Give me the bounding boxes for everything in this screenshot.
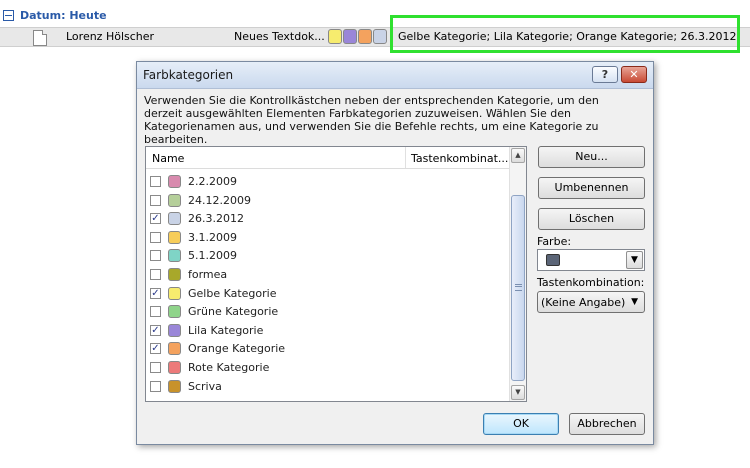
list-scrollbar[interactable]: ▲ ▼ bbox=[509, 147, 526, 401]
row-subject: Neues Textdok... bbox=[234, 30, 325, 43]
category-item[interactable]: ✓ Orange Kategorie bbox=[150, 340, 500, 358]
category-item[interactable]: Scriva bbox=[150, 378, 500, 396]
ok-button[interactable]: OK bbox=[483, 413, 559, 435]
category-checkbox[interactable]: ✓ bbox=[150, 287, 161, 299]
category-item[interactable]: Rote Kategorie bbox=[150, 359, 500, 377]
category-item[interactable]: 24.12.2009 bbox=[150, 192, 500, 210]
highlight-annotation bbox=[390, 15, 740, 53]
rename-button[interactable]: Umbenennen bbox=[538, 177, 645, 199]
category-label: Scriva bbox=[188, 379, 222, 393]
category-item[interactable]: ✓ Lila Kategorie bbox=[150, 322, 500, 340]
category-color-swatch bbox=[168, 361, 181, 374]
category-color-swatch bbox=[168, 230, 181, 244]
category-swatch-icon bbox=[358, 29, 372, 44]
category-label: 26.3.2012 bbox=[188, 212, 244, 226]
category-color-swatch bbox=[168, 379, 181, 393]
scroll-up-icon[interactable]: ▲ bbox=[511, 148, 525, 163]
category-label: Rote Kategorie bbox=[188, 361, 270, 374]
color-label: Farbe: bbox=[537, 235, 572, 248]
category-label: Grüne Kategorie bbox=[188, 305, 279, 319]
column-separator[interactable] bbox=[405, 147, 406, 168]
category-swatch-icon bbox=[373, 29, 387, 44]
close-button[interactable]: ✕ bbox=[621, 66, 647, 83]
category-label: formea bbox=[188, 268, 228, 281]
category-item[interactable]: ✓ Gelbe Kategorie bbox=[150, 285, 500, 303]
category-swatch-icon bbox=[328, 29, 342, 44]
category-checkbox[interactable] bbox=[150, 306, 161, 318]
category-checkbox[interactable]: ✓ bbox=[150, 324, 161, 336]
category-checkbox[interactable] bbox=[150, 231, 161, 243]
category-checkbox[interactable] bbox=[150, 176, 161, 187]
chevron-down-icon[interactable]: ▼ bbox=[626, 251, 643, 269]
category-checkbox[interactable] bbox=[150, 380, 161, 392]
category-item[interactable]: Grüne Kategorie bbox=[150, 303, 500, 321]
list-header: Name Tastenkombinat... bbox=[146, 147, 509, 169]
shortcut-value: (Keine Angabe) bbox=[541, 296, 626, 309]
new-button[interactable]: Neu... bbox=[538, 146, 645, 168]
category-color-swatch bbox=[168, 342, 181, 356]
column-header-name[interactable]: Name bbox=[152, 152, 184, 165]
category-label: Orange Kategorie bbox=[188, 342, 286, 356]
group-title: Datum: Heute bbox=[20, 8, 107, 22]
category-color-swatch bbox=[168, 175, 181, 188]
dialog-titlebar[interactable]: Farbkategorien ? ✕ bbox=[137, 62, 653, 89]
category-color-swatch bbox=[168, 249, 181, 263]
category-label: 3.1.2009 bbox=[188, 230, 237, 244]
category-label: Gelbe Kategorie bbox=[188, 286, 277, 300]
category-color-swatch bbox=[168, 212, 181, 226]
shortcut-dropdown[interactable]: (Keine Angabe) ▼ bbox=[537, 291, 645, 313]
scroll-thumb[interactable] bbox=[511, 195, 525, 381]
grip-icon bbox=[515, 284, 522, 291]
category-label: 5.1.2009 bbox=[188, 249, 237, 263]
column-header-shortcut[interactable]: Tastenkombinat... bbox=[411, 152, 508, 165]
color-categories-dialog: Farbkategorien ? ✕ Verwenden Sie die Kon… bbox=[136, 61, 654, 445]
cancel-button[interactable]: Abbrechen bbox=[569, 413, 645, 435]
category-list[interactable]: Name Tastenkombinat... 2.2.2009 24.12.200… bbox=[145, 146, 527, 402]
row-category-swatches bbox=[328, 29, 388, 44]
category-checkbox[interactable] bbox=[150, 269, 161, 280]
color-dropdown[interactable]: ▼ bbox=[537, 249, 645, 271]
category-color-swatch bbox=[168, 286, 181, 300]
delete-button[interactable]: Löschen bbox=[538, 208, 645, 230]
category-item[interactable]: 3.1.2009 bbox=[150, 229, 500, 247]
category-color-swatch bbox=[168, 268, 181, 281]
category-label: 2.2.2009 bbox=[188, 175, 237, 188]
category-swatch-icon bbox=[343, 29, 357, 44]
collapse-icon[interactable] bbox=[3, 9, 14, 21]
group-header[interactable]: Datum: Heute bbox=[0, 8, 107, 22]
shortcut-label: Tastenkombination: bbox=[537, 276, 645, 289]
dialog-title: Farbkategorien bbox=[143, 68, 234, 82]
category-checkbox[interactable] bbox=[150, 362, 161, 373]
category-item[interactable]: formea bbox=[150, 266, 500, 284]
category-checkbox[interactable] bbox=[150, 250, 161, 262]
category-checkbox[interactable]: ✓ bbox=[150, 213, 161, 225]
category-item[interactable]: 2.2.2009 bbox=[150, 173, 500, 191]
selected-color-swatch bbox=[546, 254, 560, 266]
category-item[interactable]: 5.1.2009 bbox=[150, 247, 500, 265]
category-label: Lila Kategorie bbox=[188, 323, 264, 337]
help-button[interactable]: ? bbox=[592, 66, 618, 83]
dialog-description: Verwenden Sie die Kontrollkästchen neben… bbox=[144, 94, 599, 146]
category-item[interactable]: ✓ 26.3.2012 bbox=[150, 210, 500, 228]
category-color-swatch bbox=[168, 193, 181, 207]
chevron-down-icon: ▼ bbox=[631, 297, 638, 307]
scroll-down-icon[interactable]: ▼ bbox=[511, 385, 525, 400]
category-color-swatch bbox=[168, 305, 181, 319]
document-icon bbox=[33, 30, 47, 46]
category-checkbox[interactable] bbox=[150, 194, 161, 206]
category-checkbox[interactable]: ✓ bbox=[150, 343, 161, 355]
category-color-swatch bbox=[168, 323, 181, 337]
category-label: 24.12.2009 bbox=[188, 193, 251, 207]
row-author: Lorenz Hölscher bbox=[66, 30, 155, 43]
